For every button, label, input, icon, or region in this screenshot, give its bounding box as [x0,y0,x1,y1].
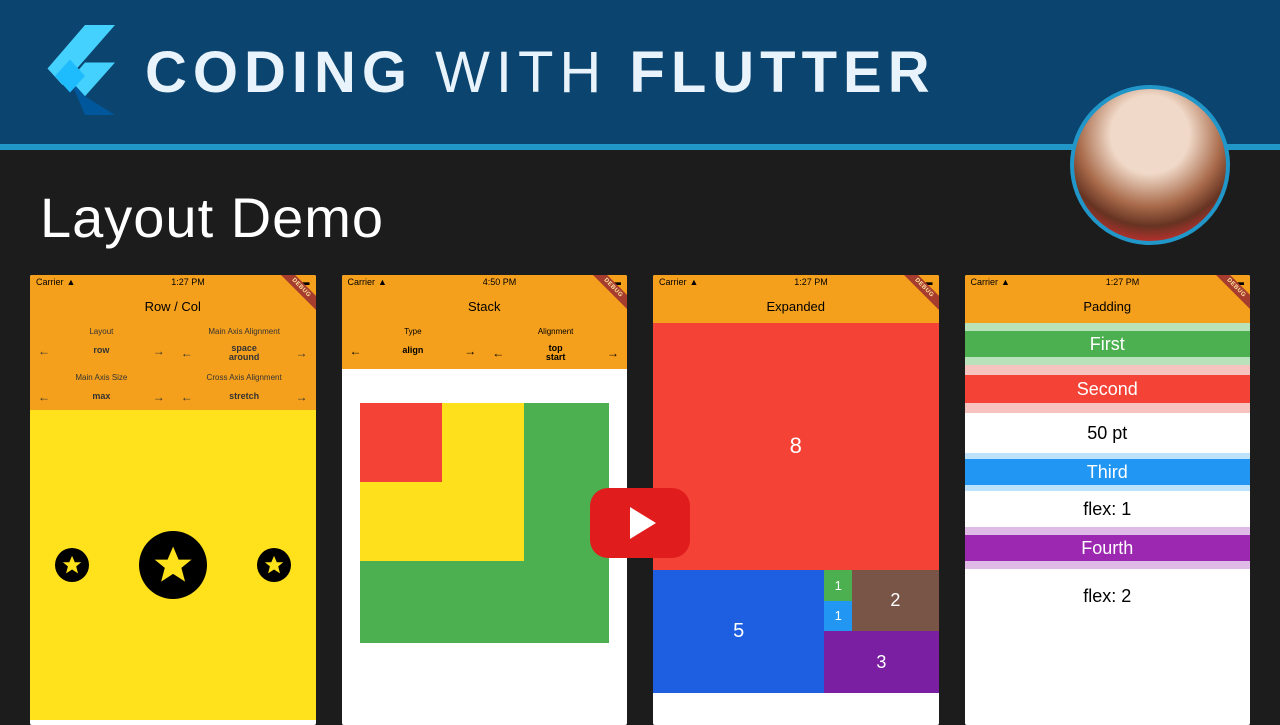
wifi-icon: ▲ [1001,277,1010,287]
stack-controls: Type ← align → Alignment ← top start → [342,323,628,369]
star-icon [55,548,89,582]
flex-box-5: 5 [653,570,824,693]
padding-canvas: First Second 50 pt Third flex: 1 Fourth flex: … [965,323,1251,693]
control-value: space around [229,344,260,363]
control-value: align [402,346,423,355]
flutter-logo-icon [40,25,115,120]
layout-controls: Layout ← row → Main Axis Alignment ← spa… [30,323,316,410]
stack-box-red [360,403,442,482]
arrow-right-icon[interactable]: → [153,390,165,404]
arrow-right-icon[interactable]: → [464,344,476,358]
padding-band [965,323,1251,331]
arrow-right-icon[interactable]: → [153,344,165,358]
control-value: top start [546,344,566,363]
brand-title: CODING WITH FLUTTER [145,39,936,106]
arrow-right-icon[interactable]: → [295,390,307,404]
play-button[interactable] [590,488,690,558]
phone-rowcol: Carrier ▲ 1:27 PM ▬ Row / Col DEBUG Layo… [30,275,316,725]
clock: 1:27 PM [1106,277,1140,287]
carrier-label: Carrier [659,277,687,287]
control-label: Type [404,325,421,338]
carrier-label: Carrier [971,277,999,287]
padding-row: Fourth [965,535,1251,561]
wifi-icon: ▲ [378,277,387,287]
star-icon [139,531,207,599]
padding-band [965,527,1251,535]
stack-canvas [342,369,628,689]
app-bar: Stack [342,289,628,323]
flex-box-2: 2 [852,570,938,632]
padding-band [965,357,1251,365]
flex-box-1: 1 [824,570,852,601]
page-title: Layout Demo [40,185,1240,250]
app-title: Row / Col [145,299,201,314]
padding-band [965,365,1251,375]
padding-row: flex: 1 [965,491,1251,527]
app-bar: Row / Col [30,289,316,323]
padding-band [965,561,1251,569]
arrow-left-icon[interactable]: ← [492,346,504,360]
arrow-right-icon[interactable]: → [296,346,308,360]
flex-box-1: 1 [824,601,852,632]
carrier-label: Carrier [36,277,64,287]
control-value: row [93,346,109,355]
arrow-left-icon[interactable]: ← [350,344,362,358]
wifi-icon: ▲ [690,277,699,287]
carrier-label: Carrier [348,277,376,287]
flex-box-3: 3 [824,631,938,693]
app-title: Padding [1083,299,1131,314]
status-bar: Carrier ▲ 1:27 PM ▬ [965,275,1251,289]
brand-header: CODING WITH FLUTTER [0,0,1280,150]
clock: 1:27 PM [794,277,828,287]
padding-band [965,403,1251,413]
padding-row: Second [965,375,1251,403]
expanded-canvas: 8 5 1 1 2 3 [653,323,939,693]
padding-row: Third [965,459,1251,485]
padding-row: 50 pt [965,413,1251,453]
app-title: Expanded [766,299,825,314]
control-label: Main Axis Size [75,371,127,384]
clock: 1:27 PM [171,277,205,287]
wifi-icon: ▲ [67,277,76,287]
status-bar: Carrier ▲ 1:27 PM ▬ [653,275,939,289]
clock: 4:50 PM [483,277,517,287]
padding-row: First [965,331,1251,357]
padding-row: flex: 2 [965,569,1251,623]
arrow-right-icon[interactable]: → [607,346,619,360]
arrow-left-icon[interactable]: ← [38,344,50,358]
app-title: Stack [468,299,501,314]
phone-stack: Carrier ▲ 4:50 PM ▬ Stack DEBUG Type ← a… [342,275,628,725]
arrow-left-icon[interactable]: ← [38,390,50,404]
phone-gallery: Carrier ▲ 1:27 PM ▬ Row / Col DEBUG Layo… [0,275,1280,725]
control-label: Layout [89,325,113,338]
arrow-left-icon[interactable]: ← [181,346,193,360]
control-value: max [92,392,110,401]
rowcol-canvas [30,410,316,720]
app-bar: Expanded [653,289,939,323]
avatar [1070,85,1230,245]
control-label: Cross Axis Alignment [207,371,282,384]
phone-expanded: Carrier ▲ 1:27 PM ▬ Expanded DEBUG 8 5 1… [653,275,939,725]
app-bar: Padding [965,289,1251,323]
status-bar: Carrier ▲ 1:27 PM ▬ [30,275,316,289]
status-bar: Carrier ▲ 4:50 PM ▬ [342,275,628,289]
flex-box-8: 8 [653,323,939,570]
control-label: Alignment [538,325,574,338]
arrow-left-icon[interactable]: ← [181,390,193,404]
control-value: stretch [229,392,259,401]
control-label: Main Axis Alignment [208,325,280,338]
phone-padding: Carrier ▲ 1:27 PM ▬ Padding DEBUG FirstS… [965,275,1251,725]
star-icon [257,548,291,582]
